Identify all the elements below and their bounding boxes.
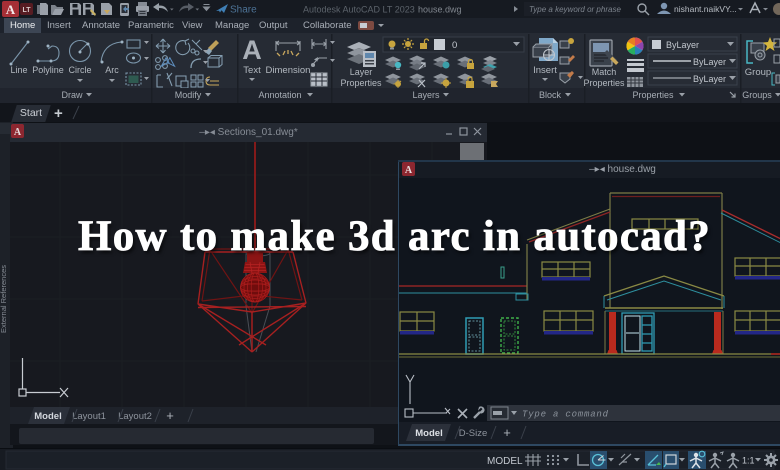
svg-text:Properties: Properties — [583, 78, 625, 88]
svg-text:Circle: Circle — [68, 65, 91, 75]
svg-text:Share: Share — [230, 5, 257, 16]
svg-text:1:1: 1:1 — [742, 456, 755, 466]
svg-text:Groups: Groups — [742, 90, 772, 100]
svg-text:Model: Model — [34, 411, 61, 422]
svg-text:Properties: Properties — [632, 90, 674, 100]
svg-text:Block: Block — [539, 90, 562, 100]
svg-text:house.dwg: house.dwg — [418, 5, 462, 15]
svg-text:Group: Group — [745, 67, 771, 78]
svg-text:Line: Line — [10, 65, 27, 75]
svg-text:D-Size: D-Size — [459, 428, 488, 439]
svg-text:ByLayer: ByLayer — [666, 40, 699, 50]
svg-text:0: 0 — [452, 40, 457, 51]
svg-text:A: A — [242, 35, 262, 65]
svg-text:A: A — [405, 165, 413, 176]
svg-text:Dimension: Dimension — [266, 65, 311, 76]
svg-text:Polyline: Polyline — [32, 65, 64, 75]
svg-text:Text: Text — [243, 65, 261, 76]
svg-text:+: + — [166, 408, 174, 423]
svg-text:Autodesk AutoCAD LT 2023: Autodesk AutoCAD LT 2023 — [303, 5, 415, 15]
svg-text:Draw: Draw — [61, 90, 83, 100]
svg-text:Arc: Arc — [105, 65, 119, 75]
svg-text:Model: Model — [415, 428, 442, 439]
svg-text:nishant.naikVY...: nishant.naikVY... — [674, 4, 737, 14]
svg-text:Annotation: Annotation — [258, 90, 301, 100]
svg-text:Insert: Insert — [533, 65, 557, 76]
svg-text:Match: Match — [592, 67, 617, 77]
svg-text:Modify: Modify — [175, 90, 202, 100]
svg-text:+: + — [503, 425, 511, 440]
svg-text:Properties: Properties — [340, 78, 382, 88]
svg-text:ByLayer: ByLayer — [693, 74, 726, 84]
svg-text:Type a keyword or phrase: Type a keyword or phrase — [529, 5, 621, 14]
svg-text:LT: LT — [22, 7, 31, 14]
svg-text:ByLayer: ByLayer — [693, 57, 726, 67]
svg-text:Type a command: Type a command — [522, 410, 609, 420]
svg-text:Layout2: Layout2 — [118, 411, 152, 422]
svg-text:MODEL: MODEL — [487, 456, 523, 467]
svg-text:Layer: Layer — [350, 67, 373, 77]
svg-text:A: A — [6, 2, 16, 17]
svg-text:A: A — [14, 127, 22, 138]
svg-text:Layers: Layers — [412, 90, 440, 100]
svg-text:Layout1: Layout1 — [72, 411, 106, 422]
